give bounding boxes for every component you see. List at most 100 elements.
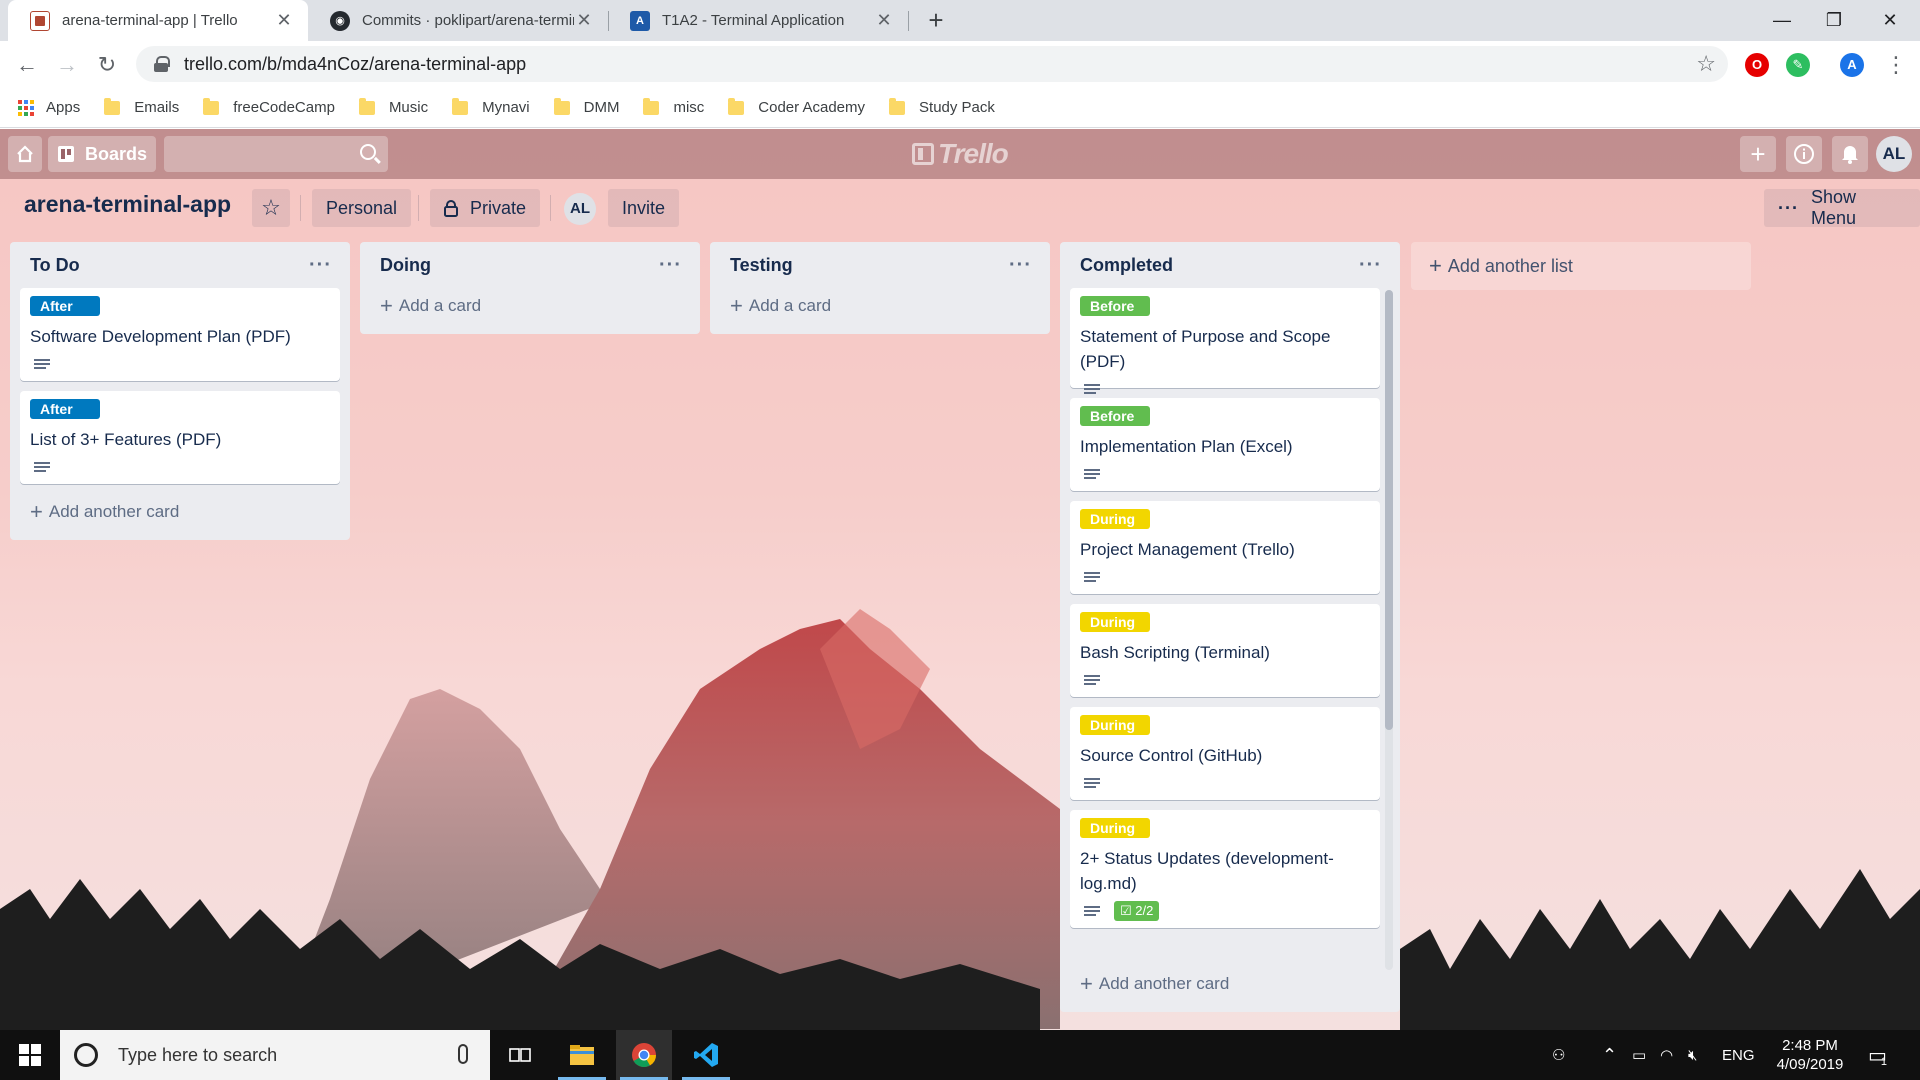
bookmark-label: misc <box>673 99 705 116</box>
bookmark-folder[interactable]: Study Pack <box>889 97 995 116</box>
list-menu-icon[interactable]: ··· <box>1009 254 1032 277</box>
bookmark-apps[interactable]: Apps <box>18 99 80 116</box>
bookmark-folder[interactable]: DMM <box>553 97 620 116</box>
minimize-button[interactable]: — <box>1752 0 1812 41</box>
add-card-button[interactable]: + Add another card <box>20 494 340 530</box>
list-scrollbar-thumb[interactable] <box>1385 290 1393 730</box>
bookmark-label: DMM <box>583 99 620 116</box>
clock[interactable]: 2:48 PM 4/09/2019 <box>1760 1036 1860 1074</box>
card[interactable]: During 2+ Status Updates (development-lo… <box>1070 810 1380 928</box>
folder-icon <box>358 97 375 115</box>
card-title: Statement of Purpose and Scope (PDF) <box>1080 327 1331 371</box>
bookmark-star-icon[interactable]: ☆ <box>1696 51 1716 77</box>
search-icon <box>360 144 376 160</box>
start-button[interactable] <box>0 1030 60 1080</box>
board-title[interactable]: arena-terminal-app <box>24 191 231 218</box>
card[interactable]: During Source Control (GitHub) <box>1070 707 1380 800</box>
notifications-button[interactable]: ▭ 1 <box>1868 1030 1887 1080</box>
chrome-menu-icon[interactable]: ⋮ <box>1880 49 1912 81</box>
add-card-button[interactable]: + Add another card <box>1070 966 1390 1002</box>
bookmark-folder[interactable]: Mynavi <box>452 97 530 116</box>
people-icon[interactable]: ⚇ <box>1552 1030 1565 1080</box>
board-search-input[interactable] <box>164 136 388 172</box>
boards-button[interactable]: Boards <box>48 136 156 172</box>
card-scroll-area[interactable]: Before Statement of Purpose and Scope (P… <box>1070 288 1380 966</box>
battery-icon[interactable]: ▭ <box>1632 1030 1646 1080</box>
bookmark-label: Study Pack <box>919 99 995 116</box>
restore-button[interactable]: ❐ <box>1804 0 1864 41</box>
home-button[interactable] <box>8 136 42 172</box>
bookmark-folder[interactable]: misc <box>643 97 705 116</box>
address-bar[interactable]: trello.com/b/mda4nCoz/arena-terminal-app… <box>136 46 1728 82</box>
task-view-button[interactable] <box>492 1030 548 1080</box>
window-close-button[interactable]: ✕ <box>1860 0 1920 41</box>
close-icon[interactable]: ✕ <box>574 10 594 31</box>
member-avatar[interactable]: AL <box>1876 136 1912 172</box>
description-icon <box>1084 675 1100 687</box>
star-board-button[interactable]: ☆ <box>252 189 290 227</box>
list-header: Testing ··· <box>720 242 1040 288</box>
list-title[interactable]: Completed <box>1080 255 1173 276</box>
back-button[interactable]: ← <box>11 49 43 81</box>
tab-trello[interactable]: arena-terminal-app | Trello ✕ <box>8 0 308 41</box>
add-card-button[interactable]: + Add a card <box>720 288 1040 324</box>
list-menu-icon[interactable]: ··· <box>1359 254 1382 277</box>
bookmark-folder[interactable]: Coder Academy <box>728 97 866 116</box>
windows-logo-icon <box>19 1044 41 1066</box>
visibility-button[interactable]: Private <box>430 189 541 227</box>
add-list-button[interactable]: + Add another list <box>1411 242 1751 290</box>
file-explorer-button[interactable] <box>554 1030 610 1080</box>
bookmark-folder[interactable]: Music <box>358 97 428 116</box>
close-icon[interactable]: ✕ <box>274 10 294 31</box>
volume-muted-icon[interactable]: 🔇︎ <box>1688 1030 1697 1080</box>
close-icon[interactable]: ✕ <box>874 10 894 31</box>
list-title[interactable]: Testing <box>730 255 793 276</box>
trello-logo[interactable]: Trello <box>912 138 1009 170</box>
folder-icon <box>889 97 906 115</box>
card-title: List of 3+ Features (PDF) <box>30 430 222 449</box>
opera-extension-icon[interactable]: O <box>1745 53 1769 77</box>
microphone-icon[interactable] <box>458 1044 468 1064</box>
invite-button[interactable]: Invite <box>608 189 680 227</box>
language-indicator[interactable]: ENG <box>1722 1030 1755 1080</box>
card-label: During <box>1080 612 1150 632</box>
show-menu-button[interactable]: ··· Show Menu <box>1764 187 1920 228</box>
vscode-button[interactable] <box>678 1030 734 1080</box>
card[interactable]: After List of 3+ Features (PDF) <box>20 391 340 484</box>
card[interactable]: During Project Management (Trello) <box>1070 501 1380 594</box>
profile-avatar[interactable]: A <box>1840 53 1864 77</box>
list-title[interactable]: Doing <box>380 255 431 276</box>
card[interactable]: Before Statement of Purpose and Scope (P… <box>1070 288 1380 394</box>
evernote-extension-icon[interactable]: ✎ <box>1786 53 1810 77</box>
vscode-icon <box>694 1043 718 1067</box>
add-card-button[interactable]: + Add a card <box>370 288 690 324</box>
tab-github[interactable]: ◉ Commits · poklipart/arena-termin ✕ <box>308 0 608 41</box>
list-title[interactable]: To Do <box>30 255 80 276</box>
reload-button[interactable]: ↻ <box>91 49 123 81</box>
tab-assignment[interactable]: A T1A2 - Terminal Application ✕ <box>608 0 908 41</box>
taskbar-search-input[interactable]: Type here to search <box>60 1030 490 1080</box>
notifications-button[interactable] <box>1832 136 1868 172</box>
card[interactable]: After Software Development Plan (PDF) <box>20 288 340 381</box>
card-title: Project Management (Trello) <box>1080 540 1295 559</box>
github-icon: ◉ <box>330 10 350 31</box>
new-tab-button[interactable]: + <box>921 4 951 36</box>
wifi-icon[interactable]: ◠ <box>1660 1030 1673 1080</box>
board-member-avatar[interactable]: AL <box>564 193 596 225</box>
card[interactable]: Before Implementation Plan (Excel) <box>1070 398 1380 491</box>
bookmark-folder[interactable]: Emails <box>104 97 180 116</box>
bookmark-label: Coder Academy <box>758 99 866 116</box>
forward-button[interactable]: → <box>51 49 83 81</box>
show-hidden-icons-button[interactable]: ⌃ <box>1602 1030 1617 1080</box>
description-icon <box>34 462 50 474</box>
team-button[interactable]: Personal <box>312 189 412 227</box>
card[interactable]: During Bash Scripting (Terminal) <box>1070 604 1380 697</box>
bookmark-label: Emails <box>134 99 180 116</box>
bookmarks-bar: Apps Emails freeCodeCamp Music Mynavi DM… <box>0 88 1920 128</box>
bookmark-folder[interactable]: freeCodeCamp <box>203 97 335 116</box>
create-button[interactable]: + <box>1740 136 1776 172</box>
info-button[interactable] <box>1786 136 1822 172</box>
chrome-button[interactable] <box>616 1030 672 1080</box>
list-menu-icon[interactable]: ··· <box>659 254 682 277</box>
list-menu-icon[interactable]: ··· <box>309 254 332 277</box>
